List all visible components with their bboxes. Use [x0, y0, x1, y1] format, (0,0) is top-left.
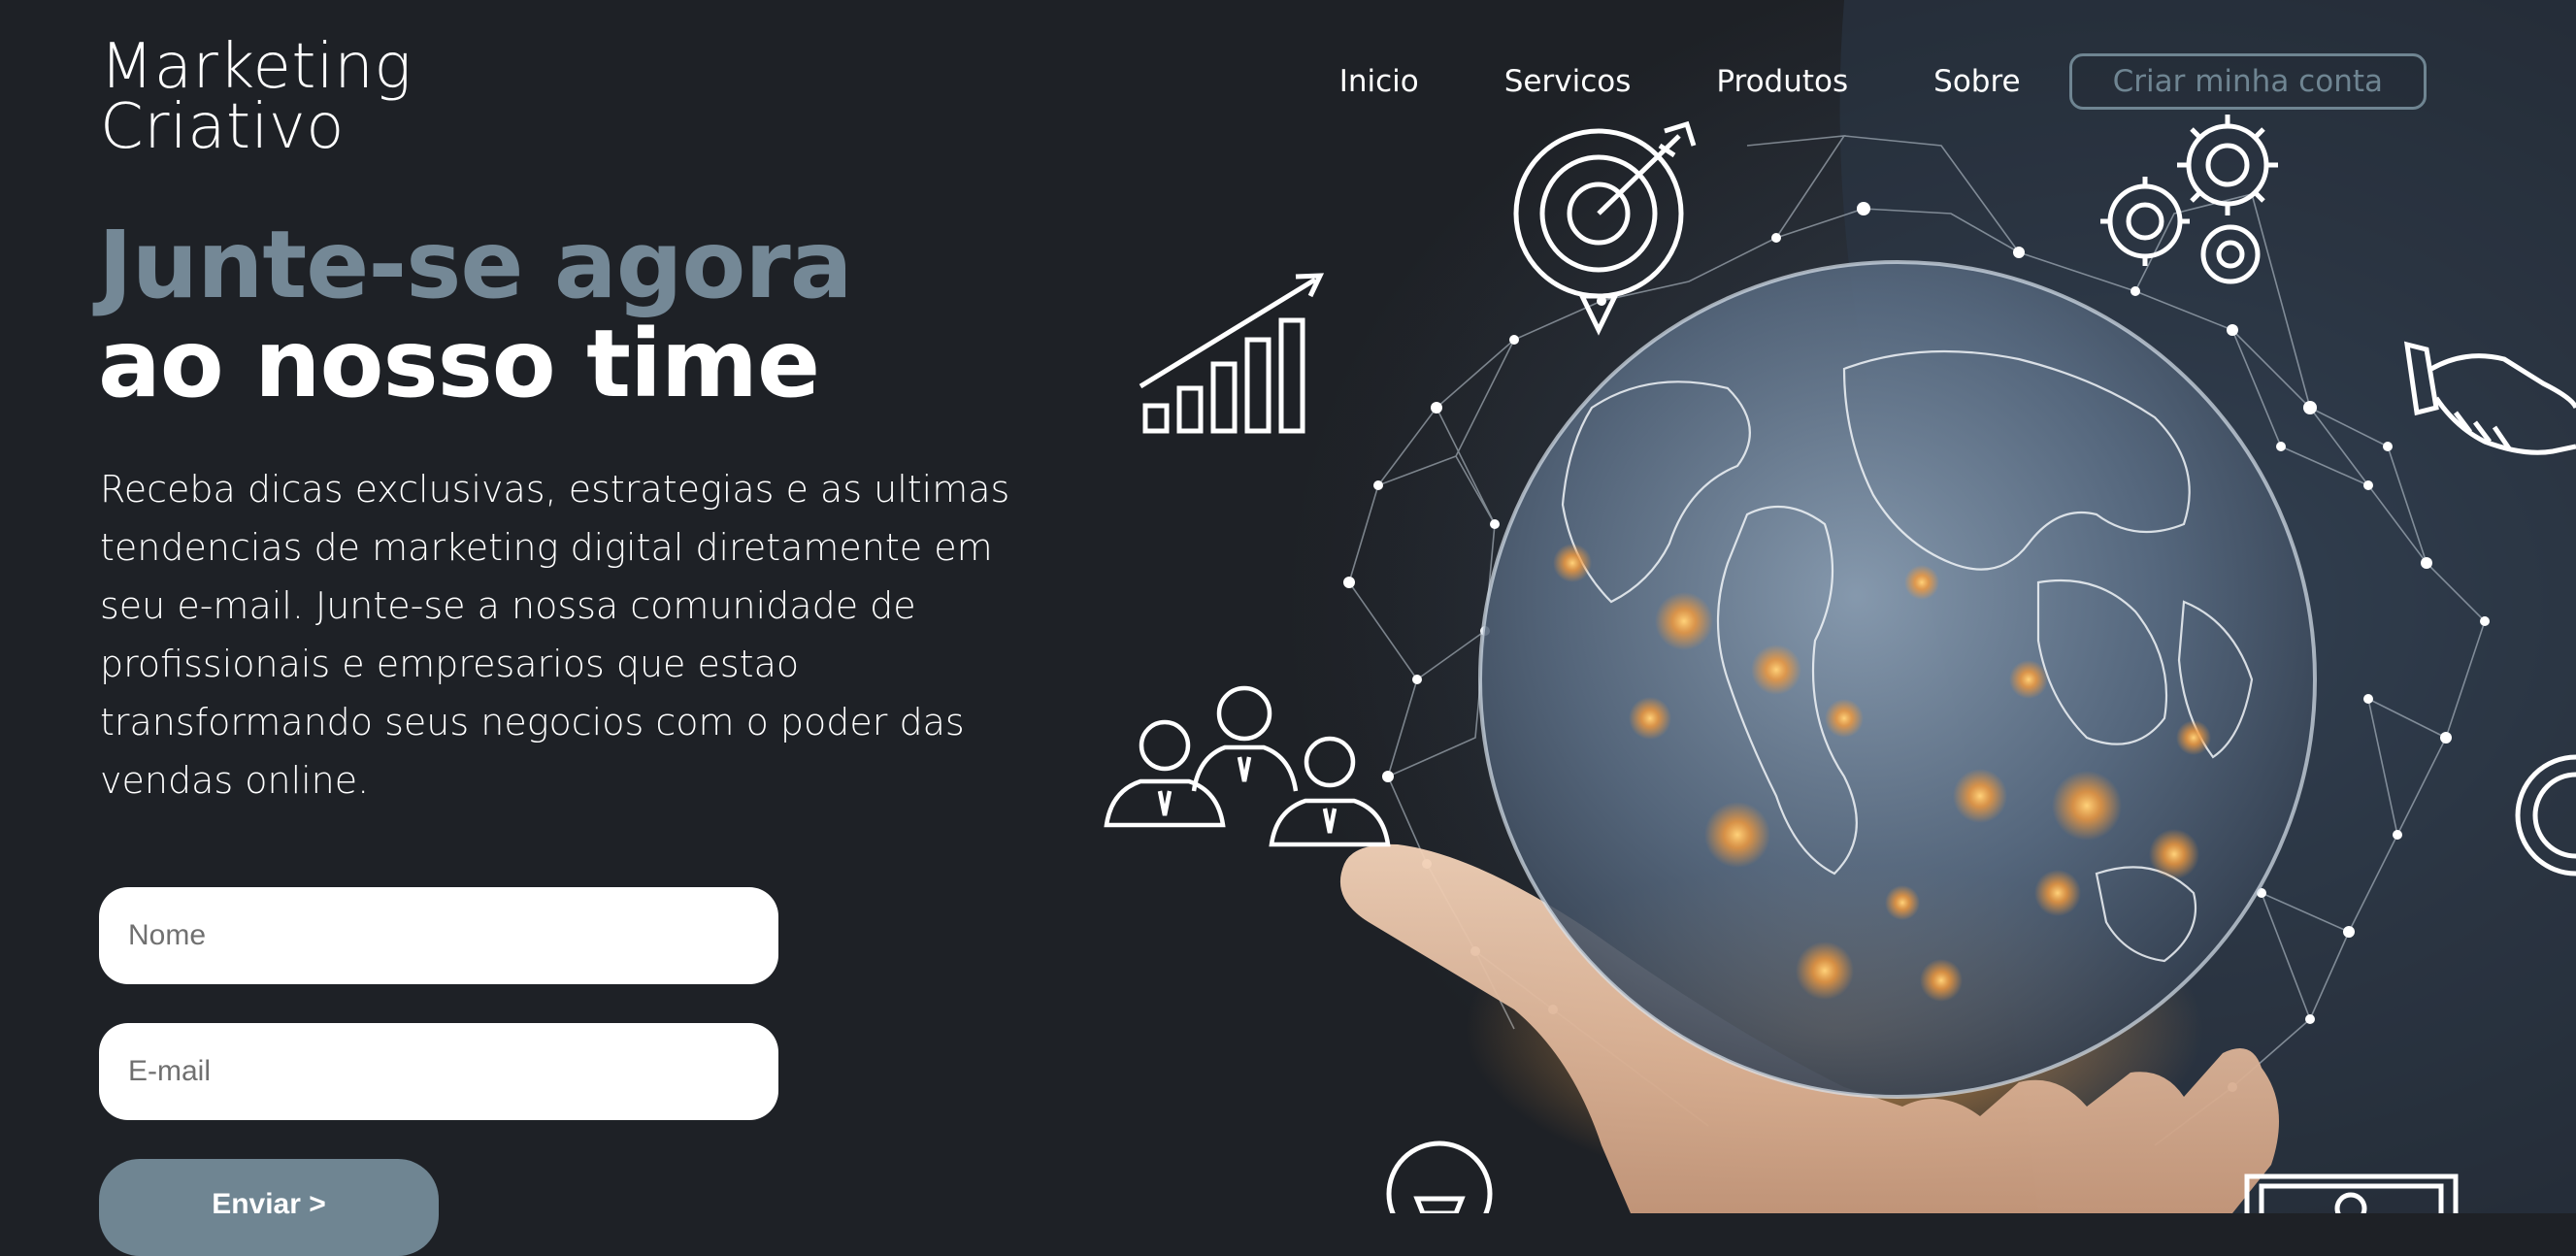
brand-line-1: Marketing [100, 31, 413, 103]
globe-icon [1478, 260, 2317, 1099]
nav-link-inicio[interactable]: Inicio [1339, 64, 1419, 99]
submit-button[interactable]: Enviar > [99, 1159, 439, 1256]
create-account-button[interactable]: Criar minha conta [2068, 53, 2427, 110]
headline-line-2: ao nosso time [98, 310, 820, 418]
email-input[interactable] [99, 1023, 778, 1120]
brand-logo[interactable]: Marketing Criativo [100, 31, 413, 163]
nav-link-servicos[interactable]: Servicos [1504, 64, 1632, 99]
name-input[interactable] [99, 887, 778, 984]
main-nav: Inicio Servicos Produtos Sobre Criar min… [1291, 53, 2427, 110]
headline-line-1: Junte-se agora [98, 211, 852, 319]
brand-line-2: Criativo [100, 91, 345, 163]
nav-link-sobre[interactable]: Sobre [1933, 64, 2020, 99]
nav-link-produtos[interactable]: Produtos [1716, 64, 1848, 99]
hero-headline: Junte-se agora ao nosso time [98, 215, 852, 413]
hero-description: Receba dicas exclusivas, estrategias e a… [100, 468, 1010, 802]
